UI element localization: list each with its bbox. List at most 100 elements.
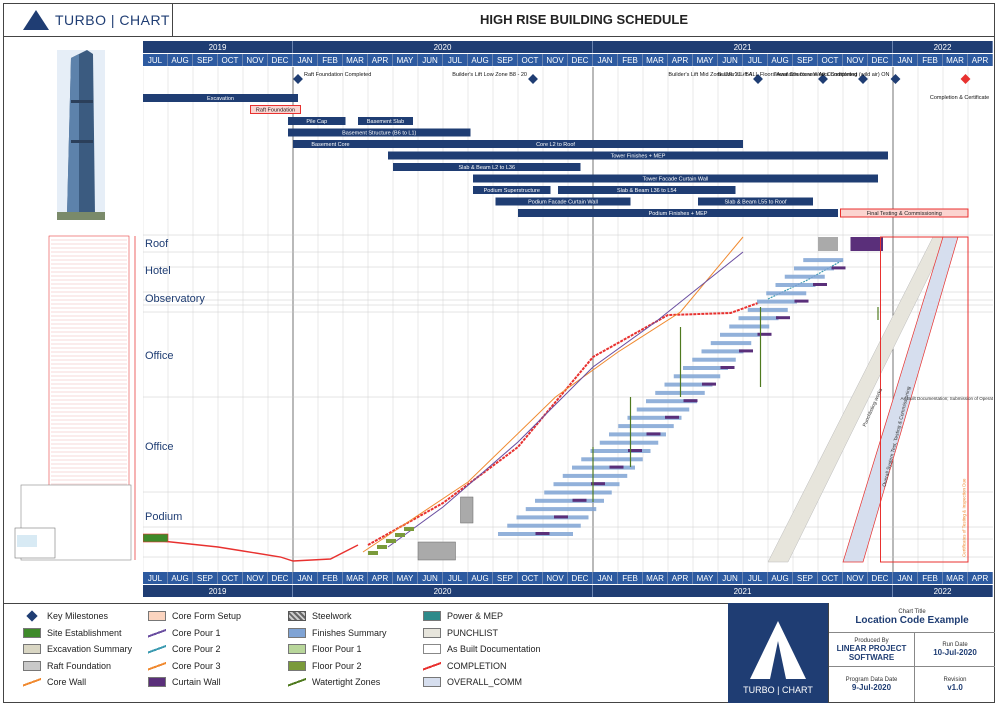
finishes-bar xyxy=(507,523,581,528)
activity-bar: Excavation xyxy=(143,94,298,102)
bottom-month-cell: DEC xyxy=(268,572,293,584)
legend-label: Core Form Setup xyxy=(172,611,242,621)
bottom-month-cell: SEP xyxy=(493,572,518,584)
header-logo: TURBO | CHART xyxy=(3,3,173,37)
top-month-cell: DEC xyxy=(568,54,593,66)
activity-bar: Podium Finishes + MEP xyxy=(518,209,838,217)
top-month-cell: DEC xyxy=(268,54,293,66)
activity-label: Basement Slab xyxy=(367,119,404,125)
tower-photo xyxy=(57,50,105,220)
curtain-wall-bar xyxy=(831,266,846,270)
finishes-bar xyxy=(516,515,589,520)
legend-item: Steelwork xyxy=(288,610,352,622)
top-month-cell: JUN xyxy=(718,54,743,66)
steelwork-block xyxy=(818,237,838,251)
activity-label: Raft Foundation xyxy=(256,108,295,114)
bottom-year-2022: 2022 xyxy=(893,585,993,597)
finishes-bar xyxy=(775,283,816,287)
finishes-bar xyxy=(553,482,620,487)
activity-bar: Final Testing & Commissioning xyxy=(840,208,969,218)
legend-item: Power & MEP xyxy=(423,610,503,622)
finishes-bar xyxy=(766,291,807,296)
legend-item: Core Wall xyxy=(23,676,86,688)
legend-swatch-icon xyxy=(423,660,441,671)
legend-label: Floor Pour 1 xyxy=(312,644,362,654)
year-row-top: 2019 2020 2021 2022 xyxy=(143,41,993,53)
bottom-month-cell: SEP xyxy=(793,572,818,584)
legend-swatch-icon xyxy=(26,610,38,622)
legend-swatch-icon xyxy=(288,660,306,671)
activity-bar: Pile Cap xyxy=(288,117,346,125)
top-month-cell: MAY xyxy=(693,54,718,66)
bottom-month-cell: DEC xyxy=(868,572,893,584)
bottom-month-cell: MAR xyxy=(943,572,968,584)
diagonal-label: Certificates of Testing & Inspection Due xyxy=(962,478,967,557)
activity-bar: Raft Foundation xyxy=(250,105,301,114)
schedule-chart: Raft Foundation Completed Builder's Lift … xyxy=(143,67,993,572)
finishes-bar xyxy=(618,424,674,429)
milestone-label: Raft Foundation Completed xyxy=(304,72,371,78)
legend-label: Curtain Wall xyxy=(172,677,221,687)
bottom-month-cell: JUL xyxy=(143,572,168,584)
finishes-bar xyxy=(572,465,635,470)
top-month-cell: AUG xyxy=(468,54,493,66)
milestone-label: Builder's Lift Low Zone B8 - 20 xyxy=(452,72,527,78)
legend-swatch-icon xyxy=(148,660,166,671)
milestone-diamond-icon xyxy=(890,74,901,84)
top-month-cell: APR xyxy=(668,54,693,66)
curtain-wall-bar xyxy=(813,283,827,286)
legend-label: PUNCHLIST xyxy=(447,627,499,638)
chart-title-value: Location Code Example xyxy=(855,615,969,626)
activity-label: Core L2 to Roof xyxy=(536,142,575,148)
finishes-bar xyxy=(803,258,844,263)
location-label: Office xyxy=(145,441,174,453)
top-month-cell: MAR xyxy=(943,54,968,66)
finishes-bar xyxy=(581,457,643,462)
legend-item: Core Pour 1 xyxy=(148,627,221,639)
top-month-cell: OCT xyxy=(518,54,543,66)
bottom-month-cell: MAY xyxy=(693,572,718,584)
top-month-cell: JUL xyxy=(743,54,768,66)
floor-pour-bar xyxy=(377,545,387,549)
curtain-wall-bar xyxy=(794,299,809,303)
bottom-month-cell: JUL xyxy=(743,572,768,584)
finishes-bar xyxy=(784,274,825,279)
activity-bar: Basement Structure (B6 to L1) xyxy=(288,128,471,137)
building-illustration xyxy=(14,50,136,561)
bottom-month-cell: AUG xyxy=(468,572,493,584)
finishes-bar xyxy=(692,357,736,362)
bottom-month-cell: FEB xyxy=(318,572,343,584)
top-year-2021: 2021 xyxy=(593,41,893,53)
curtain-wall-bar xyxy=(702,382,716,386)
activity-bar: Basement Core xyxy=(293,140,368,148)
milestone: Builder's Lift Low Zone B8 - 20 xyxy=(452,72,538,84)
legend-label: Power & MEP xyxy=(447,611,504,621)
legend-label: Site Establishment xyxy=(47,627,122,638)
top-year-2020: 2020 xyxy=(293,41,593,53)
legend-item: COMPLETION xyxy=(423,660,507,672)
top-month-cell: DEC xyxy=(868,54,893,66)
finishes-bar xyxy=(599,440,659,445)
activity-label: Basement Core xyxy=(311,142,349,148)
page-title: HIGH RISE BUILDING SCHEDULE xyxy=(173,3,995,37)
finishes-bar xyxy=(544,490,612,495)
legend-swatch-icon xyxy=(148,644,166,654)
location-label: Observatory xyxy=(145,293,205,305)
legend-label: Excavation Summary xyxy=(47,644,133,654)
location-label: Roof xyxy=(145,238,169,250)
chart-title-cell: Chart Title Location Code Example xyxy=(829,603,995,633)
top-month-cell: JUL xyxy=(443,54,468,66)
info-logo-text: TURBO | CHART xyxy=(743,685,813,695)
curtain-wall-bar xyxy=(739,349,753,353)
milestone-label: Air Conditioning (wild air) ON xyxy=(819,72,890,78)
bottom-year-2021: 2021 xyxy=(593,585,893,597)
activity-bar: Slab & Beam L36 to L54 xyxy=(558,186,736,194)
bottom-month-cell: JUN xyxy=(718,572,743,584)
legend-item: Floor Pour 2 xyxy=(288,660,362,672)
legend-label: Floor Pour 2 xyxy=(312,660,362,671)
bottom-month-cell: DEC xyxy=(568,572,593,584)
bottom-month-cell: JAN xyxy=(593,572,618,584)
bottom-month-cell: JAN xyxy=(293,572,318,584)
top-month-cell: MAY xyxy=(393,54,418,66)
finishes-bar xyxy=(710,341,752,346)
